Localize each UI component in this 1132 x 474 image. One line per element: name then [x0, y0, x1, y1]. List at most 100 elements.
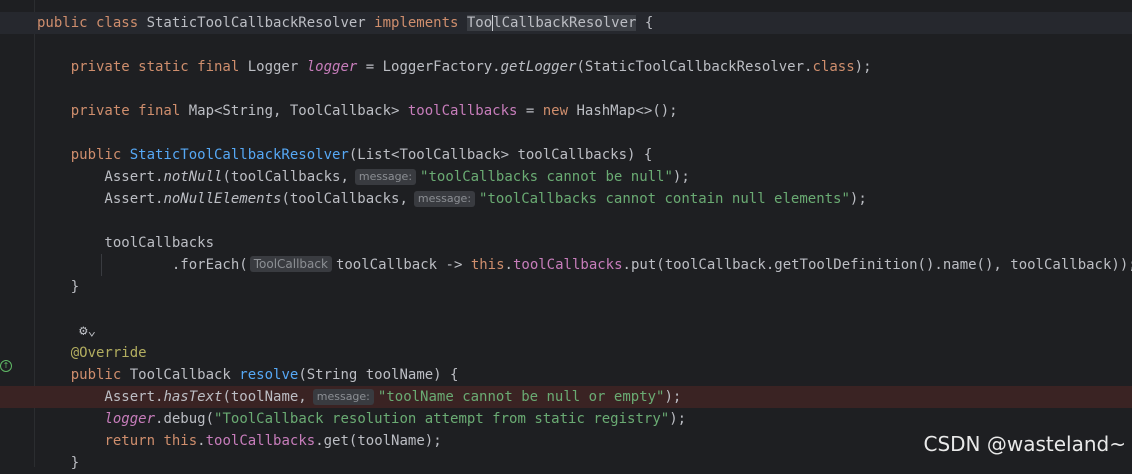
- code-token: .: [504, 257, 513, 273]
- code-text: .forEach(ToolCallback toolCallback -> thi…: [37, 254, 1132, 276]
- code-token: );: [849, 191, 867, 207]
- code-line[interactable]: Assert.noNullElements(toolCallbacks, mess…: [0, 188, 1132, 210]
- code-line[interactable]: public StaticToolCallbackResolver(List<T…: [0, 144, 1132, 166]
- code-token: );: [854, 59, 872, 75]
- code-text: Assert.notNull(toolCallbacks, message: "to…: [37, 166, 690, 188]
- code-token: public: [37, 147, 130, 163]
- code-token: .forEach(: [37, 257, 248, 273]
- code-token: private static final: [37, 59, 248, 75]
- code-token: .get(toolName);: [315, 433, 442, 449]
- code-text: @Override: [37, 342, 147, 364]
- code-line[interactable]: private final Map<String, ToolCallback> …: [0, 100, 1132, 122]
- code-token: );: [669, 411, 687, 427]
- code-text: public ToolCallback resolve(String toolN…: [37, 364, 459, 386]
- code-token: {: [636, 15, 654, 31]
- code-line[interactable]: public class StaticToolCallbackResolver …: [0, 12, 1132, 34]
- code-text: private final Map<String, ToolCallback> …: [37, 100, 678, 122]
- code-text: }: [37, 452, 79, 474]
- code-text: return this.toolCallbacks.get(toolName);: [37, 430, 442, 452]
- code-token: toolCallbacks: [407, 103, 518, 119]
- code-token: toolCallback ->: [335, 257, 471, 273]
- code-token: (toolCallbacks,: [281, 191, 408, 207]
- code-token: (String toolName) {: [298, 367, 459, 383]
- code-line[interactable]: [0, 298, 1132, 320]
- code-line[interactable]: [0, 210, 1132, 232]
- code-token: this: [470, 257, 505, 273]
- code-line[interactable]: @Override: [0, 342, 1132, 364]
- code-token: StaticToolCallbackResolver: [129, 147, 349, 163]
- code-token: (StaticToolCallbackResolver.: [576, 59, 813, 75]
- code-token: Assert.: [37, 169, 164, 185]
- code-token: @Override: [37, 345, 147, 361]
- bulb-icon[interactable]: ⌃: [70, 0, 80, 8]
- code-text: toolCallbacks: [37, 232, 214, 254]
- code-token: Assert.: [37, 191, 164, 207]
- code-token: (toolName,: [222, 389, 307, 405]
- code-line[interactable]: public ToolCallback resolve(String toolN…: [0, 364, 1132, 386]
- code-token: hasText: [163, 389, 223, 405]
- code-line[interactable]: [0, 78, 1132, 100]
- code-text: logger.debug("ToolCallback resolution at…: [37, 408, 686, 430]
- code-token: toolCallbacks: [512, 257, 623, 273]
- code-token: notNull: [163, 169, 223, 185]
- code-token: }: [37, 279, 80, 295]
- code-token: implements: [374, 15, 467, 31]
- code-token: "toolCallbacks cannot contain null eleme…: [479, 191, 850, 207]
- code-token: .put(toolCallback.getToolDefinition().na…: [622, 257, 1132, 273]
- indent-guide: [101, 254, 102, 276]
- parameter-hint: message:: [312, 389, 374, 405]
- code-token: logger: [104, 411, 156, 427]
- parameter-hint: message:: [413, 191, 476, 207]
- code-line[interactable]: private static final Logger logger = Log…: [0, 56, 1132, 78]
- code-token: this: [163, 433, 198, 449]
- code-text: }: [37, 276, 79, 298]
- code-token: StaticToolCallbackResolver: [146, 15, 375, 31]
- code-token: "ToolCallback resolution attempt from st…: [214, 411, 670, 427]
- code-line[interactable]: }: [0, 276, 1132, 298]
- code-token: );: [664, 389, 682, 405]
- code-token: "toolCallbacks cannot be null": [420, 169, 673, 185]
- code-line[interactable]: logger.debug("ToolCallback resolution at…: [0, 408, 1132, 430]
- code-token: new: [542, 103, 577, 119]
- code-token: public class: [37, 15, 147, 31]
- code-token: private final: [37, 103, 189, 119]
- code-line[interactable]: toolCallbacks: [0, 232, 1132, 254]
- code-token: Too: [466, 15, 493, 31]
- code-token: noNullElements: [163, 191, 282, 207]
- code-text: public class StaticToolCallbackResolver …: [37, 12, 653, 34]
- code-token: Assert.: [37, 389, 164, 405]
- code-token: public: [37, 367, 130, 383]
- code-token: (List<ToolCallback> toolCallbacks) {: [348, 147, 653, 163]
- code-token: getLogger: [500, 59, 577, 75]
- code-token: HashMap<>();: [576, 103, 678, 119]
- code-line[interactable]: Assert.hasText(toolName, message: "toolNam…: [0, 386, 1132, 408]
- code-token: .: [197, 433, 206, 449]
- code-line[interactable]: .forEach(ToolCallback toolCallback -> thi…: [0, 254, 1132, 276]
- code-token: logger: [306, 59, 358, 75]
- code-token: return: [104, 433, 164, 449]
- code-token: class: [812, 59, 855, 75]
- code-token: Logger: [247, 59, 307, 75]
- watermark-text: CSDN @wasteland~: [923, 432, 1127, 456]
- code-token: Map<String, ToolCallback>: [188, 103, 408, 119]
- code-text: ⚙⌄: [37, 320, 96, 342]
- code-token: toolCallbacks: [205, 433, 316, 449]
- code-line[interactable]: Assert.notNull(toolCallbacks, message: "to…: [0, 166, 1132, 188]
- parameter-hint: message:: [354, 169, 417, 185]
- code-line[interactable]: [0, 34, 1132, 56]
- code-token: lCallbackResolver: [493, 15, 637, 31]
- code-token: ⚙⌄: [79, 323, 97, 339]
- parameter-hint: ToolCallback: [249, 256, 332, 272]
- code-token: .debug(: [155, 411, 215, 427]
- code-text: Assert.hasText(toolName, message: "toolNam…: [37, 386, 681, 408]
- code-text: private static final Logger logger = Log…: [37, 56, 872, 78]
- code-token: = LoggerFactory.: [357, 59, 501, 75]
- code-token: ToolCallback: [129, 367, 240, 383]
- code-token: =: [517, 103, 543, 119]
- code-line[interactable]: [0, 122, 1132, 144]
- code-token: );: [672, 169, 690, 185]
- code-line[interactable]: ⚙⌄: [0, 320, 1132, 342]
